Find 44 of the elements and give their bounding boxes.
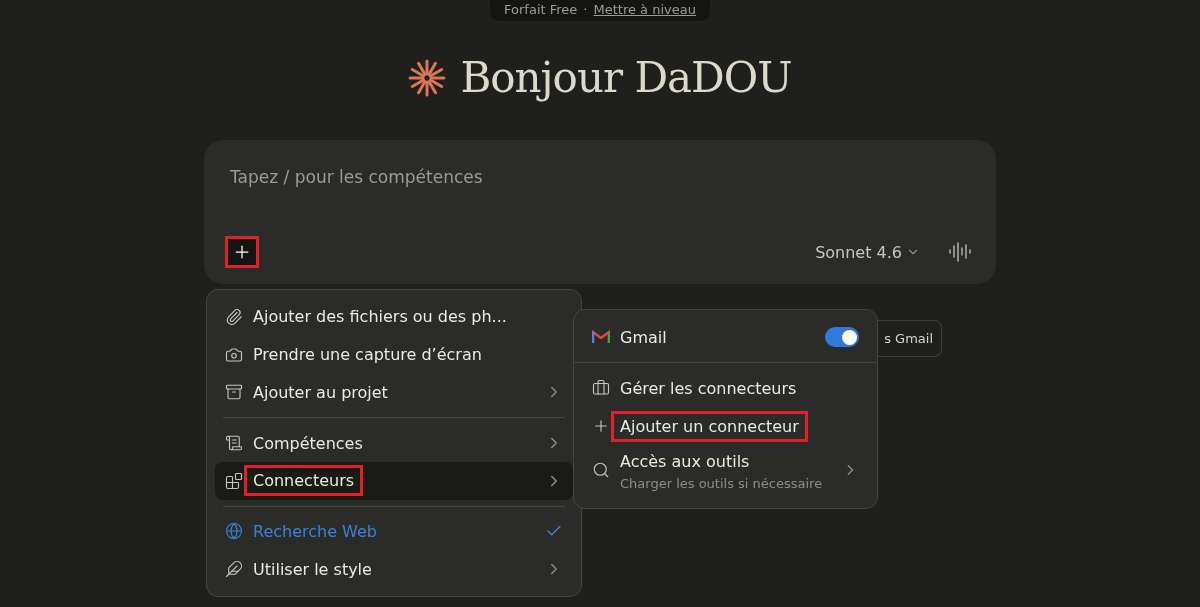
menu-item-description: Charger les outils si nécessaire <box>620 476 823 491</box>
menu-item-label: Gérer les connecteurs <box>619 377 798 400</box>
mail-logo-icon <box>592 330 610 344</box>
menu-item-label: Ajouter des fichiers ou des ph... <box>252 306 508 329</box>
plan-label: Forfait Free <box>504 2 578 17</box>
menu-item[interactable]: Gérer les connecteurs <box>582 369 869 407</box>
menu-item[interactable]: Ajouter au projet <box>215 373 573 412</box>
menu-item[interactable]: Utiliser le style <box>215 550 573 589</box>
plus-icon <box>592 417 610 435</box>
search-icon <box>592 461 610 479</box>
menu-item-label: Connecteurs <box>247 468 361 494</box>
feather-icon <box>225 560 243 579</box>
menu-item-label: Ajouter au projet <box>252 381 389 404</box>
globe-icon <box>225 522 243 541</box>
menu-item[interactable]: Compétences <box>215 424 573 462</box>
prompt-input[interactable]: Tapez / pour les compétences <box>228 166 972 188</box>
tray-icon <box>225 383 243 402</box>
menu-item[interactable]: Recherche Web <box>215 512 573 551</box>
separator: · <box>583 2 588 17</box>
menu-item-label: Gmail <box>619 326 668 349</box>
scroll-icon <box>225 434 243 452</box>
menu-item-label: Ajouter un connecteur <box>614 413 805 439</box>
greeting: Bonjour DaDOU <box>460 53 792 102</box>
menu-item-label: Prendre une capture d’écran <box>252 344 483 367</box>
menu-item[interactable]: Ajouter des fichiers ou des ph... <box>215 298 573 336</box>
model-selector[interactable]: Sonnet 4.6 <box>815 242 920 262</box>
menu-item[interactable]: Prendre une capture d’écran <box>215 335 573 374</box>
add-button[interactable] <box>225 236 259 268</box>
menu-item-label: Recherche Web <box>252 520 378 543</box>
voice-icon[interactable] <box>948 240 972 264</box>
camera-icon <box>225 345 243 364</box>
menu-item[interactable]: Connecteurs <box>215 461 573 500</box>
paperclip-icon <box>225 307 243 326</box>
menu-item[interactable]: Ajouter un connecteur <box>582 407 869 445</box>
asterisk-logo-icon <box>408 58 447 97</box>
menu-item-label: Accès aux outils <box>619 451 751 473</box>
menu-item[interactable]: Accès aux outils Charger les outils si nécessaire <box>582 445 869 495</box>
toggle-switch[interactable] <box>825 327 859 347</box>
blocks-icon <box>225 471 243 490</box>
briefcase-icon <box>592 379 610 397</box>
menu-item-label: Compétences <box>252 432 364 455</box>
menu-item[interactable]: Gmail <box>582 318 869 356</box>
menu-item-label: Utiliser le style <box>252 558 373 581</box>
upgrade-link[interactable]: Mettre à niveau <box>593 2 696 17</box>
